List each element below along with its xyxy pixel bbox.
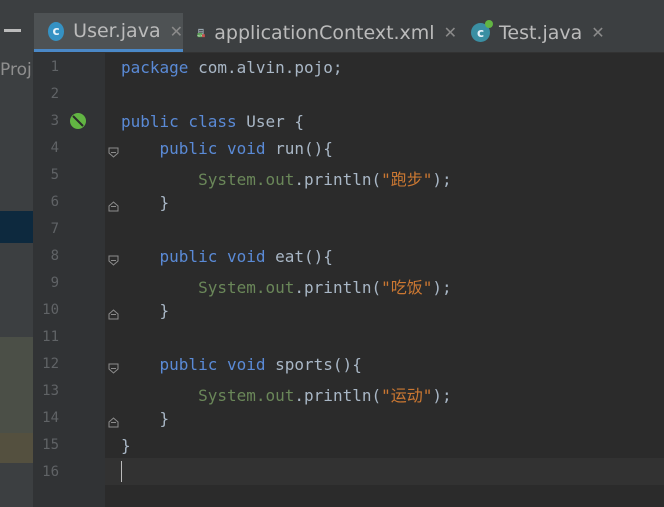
code-line: public class User { (121, 112, 304, 131)
code-token: out (265, 170, 295, 189)
fold-close-icon[interactable] (108, 309, 119, 320)
code-token: public void (121, 139, 276, 158)
code-token: public class (121, 112, 247, 131)
fold-close-icon[interactable] (108, 417, 119, 428)
code-token: out (265, 278, 295, 297)
code-token: ); (432, 386, 452, 405)
code-token: "跑步" (381, 170, 433, 189)
code-token: System. (121, 278, 266, 297)
line-number: 4 (50, 140, 59, 156)
code-token: public void (121, 355, 276, 374)
fold-open-icon[interactable] (108, 147, 119, 158)
code-line: System.out.println("吃饭"); (121, 274, 452, 298)
code-token: System. (121, 170, 266, 189)
tab-test-java[interactable]: c Test.java ✕ (457, 13, 607, 52)
tab-application-context-xml[interactable]: </> applicationContext.xml ✕ (183, 13, 457, 52)
code-line: public void sports(){ (121, 355, 362, 374)
code-token: ; (332, 58, 343, 77)
code-token: .println( (294, 170, 382, 189)
tab-label: User.java (73, 20, 161, 42)
line-number: 13 (42, 383, 59, 399)
code-line: } (121, 301, 170, 320)
code-token: } (121, 193, 170, 212)
close-icon[interactable]: ✕ (444, 23, 457, 42)
text-cursor (121, 461, 122, 482)
close-icon[interactable]: ✕ (591, 23, 604, 42)
code-token: .println( (294, 386, 382, 405)
code-token: com.alvin.pojo (198, 58, 333, 77)
test-class-icon: c (471, 20, 493, 42)
line-number: 3 (50, 113, 59, 129)
line-number: 12 (42, 356, 59, 372)
code-line: package com.alvin.pojo; (121, 58, 343, 77)
project-selected-row[interactable] (0, 211, 33, 243)
code-token: package (121, 58, 199, 77)
fold-close-icon[interactable] (108, 201, 119, 212)
line-number: 6 (50, 194, 59, 210)
code-line: System.out.println("跑步"); (121, 166, 452, 190)
line-number: 7 (50, 221, 59, 237)
code-token: ); (432, 170, 452, 189)
line-number: 5 (50, 167, 59, 183)
code-line: } (121, 193, 170, 212)
code-token: run(){ (275, 139, 333, 158)
code-token: "吃饭" (381, 278, 433, 297)
code-line: public void eat(){ (121, 247, 333, 266)
code-token: out (265, 386, 295, 405)
code-token: .println( (294, 278, 382, 297)
editor-tab-bar: c User.java ✕ </> applicationContext.xml… (33, 0, 664, 53)
fold-open-icon[interactable] (108, 363, 119, 374)
xml-file-icon: </> (197, 28, 205, 37)
line-number: 2 (50, 86, 59, 102)
close-icon[interactable]: ✕ (170, 22, 183, 41)
collapse-icon[interactable] (4, 29, 21, 32)
c-class-icon: c (48, 21, 65, 41)
line-number: 16 (42, 464, 59, 480)
code-token: } (121, 301, 170, 320)
line-number: 11 (42, 329, 59, 345)
tab-user-java[interactable]: c User.java ✕ (34, 13, 183, 52)
project-tool-strip: Proj (0, 0, 33, 507)
spring-bean-icon[interactable] (69, 112, 87, 130)
current-line-highlight (105, 458, 664, 485)
code-token: "运动" (381, 386, 433, 405)
code-token: } (121, 409, 170, 428)
code-token: User (246, 112, 295, 131)
code-token: eat(){ (275, 247, 333, 266)
line-number: 14 (42, 410, 59, 426)
code-line: public void run(){ (121, 139, 333, 158)
line-number: 15 (42, 437, 59, 453)
tab-label: Test.java (499, 21, 583, 44)
tab-label: applicationContext.xml (214, 21, 435, 44)
code-token: sports(){ (275, 355, 362, 374)
code-token: System. (121, 386, 266, 405)
line-number: 9 (50, 275, 59, 291)
line-number: 8 (50, 248, 59, 264)
fold-open-icon[interactable] (108, 255, 119, 266)
line-number: 1 (50, 59, 59, 75)
code-token: public void (121, 247, 276, 266)
project-highlight-row (0, 337, 33, 433)
code-token: ); (432, 278, 452, 297)
code-line: System.out.println("运动"); (121, 382, 452, 406)
project-highlight-row (0, 433, 33, 463)
project-panel-label[interactable]: Proj (0, 60, 32, 80)
code-line: } (121, 409, 170, 428)
line-number: 10 (42, 302, 59, 318)
code-token: } (121, 436, 131, 455)
code-token: { (294, 112, 305, 131)
code-line: } (121, 436, 131, 455)
